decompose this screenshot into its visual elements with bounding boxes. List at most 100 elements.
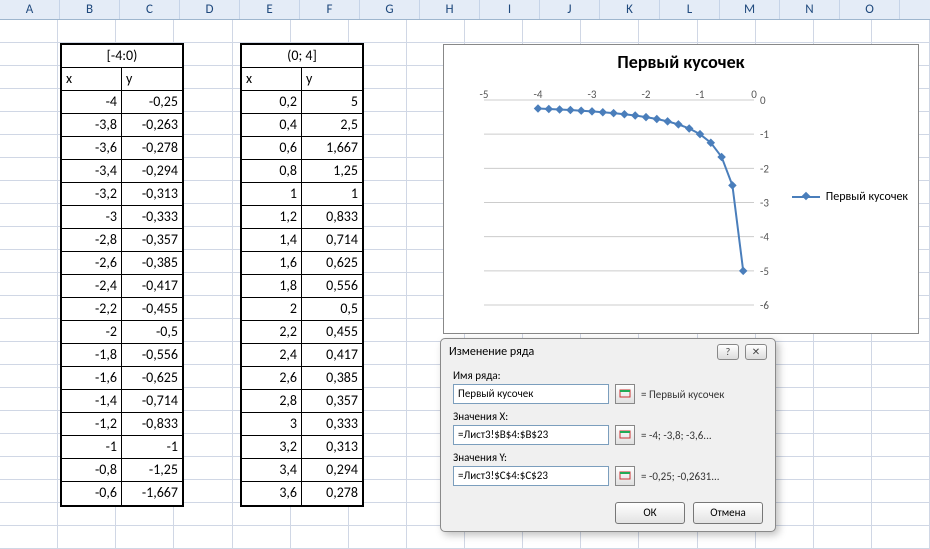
cell-x[interactable]: 1 <box>242 183 302 206</box>
cell-y[interactable]: -0,294 <box>122 160 182 183</box>
y-values-label: Значения Y: <box>453 451 763 464</box>
cell-y[interactable]: -0,333 <box>122 206 182 229</box>
cell-x[interactable]: 2,8 <box>242 390 302 413</box>
cell-x[interactable]: -1,4 <box>62 390 122 413</box>
cell-y[interactable]: -0,385 <box>122 252 182 275</box>
cell-x[interactable]: -2,8 <box>62 229 122 252</box>
cell-y[interactable]: 0,417 <box>302 344 362 367</box>
cell-x[interactable]: -4 <box>62 91 122 114</box>
cell-x[interactable]: 0,8 <box>242 160 302 183</box>
cell-x[interactable]: -3,6 <box>62 137 122 160</box>
help-button[interactable]: ? <box>717 344 739 360</box>
cell-y[interactable]: -1,667 <box>122 482 182 505</box>
cell-y[interactable]: -0,417 <box>122 275 182 298</box>
cell-y[interactable]: 0,294 <box>302 459 362 482</box>
cell-x[interactable]: -3,2 <box>62 183 122 206</box>
cell-y[interactable]: -0,25 <box>122 91 182 114</box>
cell-x[interactable]: -2,6 <box>62 252 122 275</box>
cell-y[interactable]: -0,263 <box>122 114 182 137</box>
cell-y[interactable]: 0,385 <box>302 367 362 390</box>
cell-y[interactable]: -0,833 <box>122 413 182 436</box>
close-button[interactable]: ✕ <box>745 344 767 360</box>
cell-y[interactable]: -1,25 <box>122 459 182 482</box>
svg-text:-2: -2 <box>760 162 769 175</box>
cell-x[interactable]: 2 <box>242 298 302 321</box>
x-values-input[interactable]: =Лист3!$B$4:$B$23 <box>453 425 609 445</box>
collapse-dialog-button[interactable] <box>615 466 635 486</box>
cell-y[interactable]: 0,455 <box>302 321 362 344</box>
collapse-dialog-button[interactable] <box>615 384 635 404</box>
cell-y[interactable]: 1,25 <box>302 160 362 183</box>
cell-x[interactable]: 2,6 <box>242 367 302 390</box>
col-x-header[interactable]: x <box>242 68 302 91</box>
cell-y[interactable]: -0,455 <box>122 298 182 321</box>
cell-y[interactable]: 0,5 <box>302 298 362 321</box>
cell-y[interactable]: 1,667 <box>302 137 362 160</box>
cell-x[interactable]: 3,6 <box>242 482 302 505</box>
chart[interactable]: Первый кусочек 0-1-2-3-4-5-6-5-4-3-2-10 … <box>443 44 919 334</box>
collapse-dialog-button[interactable] <box>615 425 635 445</box>
col-x-header[interactable]: x <box>62 68 122 91</box>
cell-y[interactable]: -0,313 <box>122 183 182 206</box>
cell-y[interactable]: 0,833 <box>302 206 362 229</box>
cell-x[interactable]: -0,6 <box>62 482 122 505</box>
y-values-input[interactable]: =Лист3!$C$4:$C$23 <box>453 466 609 486</box>
cell-x[interactable]: -2,4 <box>62 275 122 298</box>
cell-x[interactable]: 1,2 <box>242 206 302 229</box>
cell-y[interactable]: 0,556 <box>302 275 362 298</box>
legend-label: Первый кусочек <box>826 190 908 204</box>
svg-text:-6: -6 <box>760 299 769 312</box>
cell-x[interactable]: 1,4 <box>242 229 302 252</box>
cell-y[interactable]: 0,625 <box>302 252 362 275</box>
cell-x[interactable]: 3,4 <box>242 459 302 482</box>
cell-y[interactable]: -0,278 <box>122 137 182 160</box>
cell-y[interactable]: -0,5 <box>122 321 182 344</box>
svg-text:-3: -3 <box>588 88 597 101</box>
table-header[interactable]: [-4:0) <box>62 45 182 68</box>
cell-x[interactable]: 1,8 <box>242 275 302 298</box>
cell-x[interactable]: -1,6 <box>62 367 122 390</box>
cell-y[interactable]: 0,357 <box>302 390 362 413</box>
edit-series-dialog: Изменение ряда ? ✕ Имя ряда: Первый кусо… <box>440 338 776 532</box>
cell-x[interactable]: 0,4 <box>242 114 302 137</box>
cell-y[interactable]: -0,714 <box>122 390 182 413</box>
cell-x[interactable]: 0,2 <box>242 91 302 114</box>
cell-x[interactable]: -0,8 <box>62 459 122 482</box>
series-name-label: Имя ряда: <box>453 369 763 382</box>
cell-x[interactable]: -1,8 <box>62 344 122 367</box>
cell-y[interactable]: 0,714 <box>302 229 362 252</box>
cell-y[interactable]: 0,333 <box>302 413 362 436</box>
cell-x[interactable]: -3,8 <box>62 114 122 137</box>
ok-button[interactable]: ОК <box>615 502 685 524</box>
cell-x[interactable]: 3,2 <box>242 436 302 459</box>
svg-text:-1: -1 <box>760 128 769 141</box>
x-values-label: Значения X: <box>453 410 763 423</box>
cell-x[interactable]: -3 <box>62 206 122 229</box>
cell-y[interactable]: -0,357 <box>122 229 182 252</box>
cell-x[interactable]: -2 <box>62 321 122 344</box>
svg-text:-3: -3 <box>760 197 769 210</box>
cell-y[interactable]: 0,278 <box>302 482 362 505</box>
table-header[interactable]: (0; 4] <box>242 45 362 68</box>
cell-y[interactable]: -0,625 <box>122 367 182 390</box>
cancel-button[interactable]: Отмена <box>693 502 763 524</box>
cell-y[interactable]: 1 <box>302 183 362 206</box>
cell-x[interactable]: 1,6 <box>242 252 302 275</box>
cell-x[interactable]: 2,4 <box>242 344 302 367</box>
cell-y[interactable]: -0,556 <box>122 344 182 367</box>
col-y-header[interactable]: y <box>302 68 362 91</box>
cell-y[interactable]: -1 <box>122 436 182 459</box>
chart-legend[interactable]: Первый кусочек <box>792 190 908 204</box>
cell-x[interactable]: 3 <box>242 413 302 436</box>
series-name-input[interactable]: Первый кусочек <box>453 384 609 404</box>
cell-x[interactable]: 0,6 <box>242 137 302 160</box>
cell-y[interactable]: 0,313 <box>302 436 362 459</box>
cell-x[interactable]: -3,4 <box>62 160 122 183</box>
col-y-header[interactable]: y <box>122 68 182 91</box>
cell-x[interactable]: -2,2 <box>62 298 122 321</box>
cell-x[interactable]: -1,2 <box>62 413 122 436</box>
cell-x[interactable]: 2,2 <box>242 321 302 344</box>
cell-y[interactable]: 2,5 <box>302 114 362 137</box>
cell-y[interactable]: 5 <box>302 91 362 114</box>
cell-x[interactable]: -1 <box>62 436 122 459</box>
